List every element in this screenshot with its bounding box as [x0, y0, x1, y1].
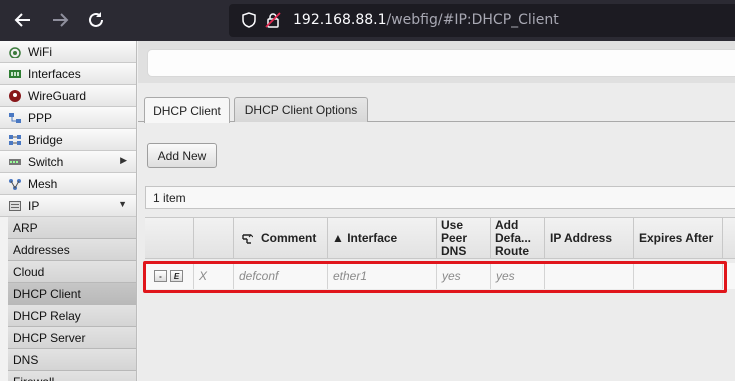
- column-header-actions: [145, 218, 194, 259]
- sidebar-item-label: Mesh: [28, 176, 58, 191]
- wifi-icon: [8, 46, 22, 58]
- insecure-lock-icon[interactable]: [265, 12, 281, 28]
- sidebar-menu: WiFi Interfaces WireGuard PPP Bridge Swi…: [0, 41, 137, 381]
- column-header-ip-address[interactable]: IP Address: [545, 218, 634, 259]
- tab-bar: DHCP Client DHCP Client Options: [138, 97, 735, 123]
- sidebar-subitem-cloud[interactable]: Cloud: [8, 261, 136, 283]
- mesh-icon: [8, 178, 22, 190]
- sidebar-item-label: PPP: [28, 110, 53, 125]
- column-header-comment-label: Comment: [261, 231, 317, 245]
- sidebar-item-label: WireGuard: [28, 88, 87, 103]
- ip-submenu: ARP Addresses Cloud DHCP Client DHCP Rel…: [8, 217, 136, 381]
- sidebar-subitem-arp[interactable]: ARP: [8, 217, 136, 239]
- column-header-flags: [194, 218, 234, 259]
- sidebar-subitem-dhcp-client[interactable]: DHCP Client: [8, 283, 136, 305]
- sidebar-item-ppp[interactable]: PPP: [0, 107, 136, 129]
- address-bar[interactable]: 192.168.88.1/webfig/#IP:DHCP_Client: [229, 4, 735, 37]
- sidebar-item-mesh[interactable]: Mesh: [0, 173, 136, 195]
- row-highlight-box: [143, 261, 727, 293]
- url-path: /webfig/#IP:DHCP_Client: [386, 12, 559, 28]
- comment-sort-icon: [241, 233, 253, 245]
- sidebar-subitem-addresses[interactable]: Addresses: [8, 239, 136, 261]
- header-strip: [138, 41, 735, 83]
- back-arrow-icon[interactable]: [11, 8, 35, 32]
- column-header-interface[interactable]: ▲ Interface: [328, 218, 437, 259]
- main-content: DHCP Client DHCP Client Options Add New …: [138, 41, 735, 381]
- sidebar-item-switch[interactable]: Switch ▶: [0, 151, 136, 173]
- sidebar-item-label: Bridge: [28, 132, 63, 147]
- switch-icon: [8, 156, 22, 168]
- column-header-use-peer-dns[interactable]: Use Peer DNS: [437, 218, 491, 259]
- sidebar-item-ip[interactable]: IP ▼: [0, 195, 136, 217]
- collapse-arrow-icon: ▼: [118, 199, 127, 209]
- sidebar-subitem-dns[interactable]: DNS: [8, 349, 136, 371]
- sidebar-item-label: Interfaces: [28, 66, 81, 81]
- forward-arrow-icon[interactable]: [48, 8, 72, 32]
- column-header-comment[interactable]: Comment: [234, 218, 328, 259]
- expand-arrow-icon: ▶: [120, 155, 127, 165]
- shield-icon[interactable]: [241, 12, 257, 28]
- ip-icon: [8, 200, 22, 212]
- url-text: 192.168.88.1/webfig/#IP:DHCP_Client: [293, 12, 559, 28]
- sidebar-item-label: Switch: [28, 154, 64, 169]
- interfaces-icon: [8, 68, 22, 80]
- sidebar-subitem-dhcp-relay[interactable]: DHCP Relay: [8, 305, 136, 327]
- reload-icon[interactable]: [84, 8, 108, 32]
- tab-dhcp-client[interactable]: DHCP Client: [144, 97, 230, 123]
- top-toolbar-field: [147, 49, 735, 77]
- tab-dhcp-client-options[interactable]: DHCP Client Options: [234, 97, 368, 122]
- sidebar-subitem-dhcp-server[interactable]: DHCP Server: [8, 327, 136, 349]
- sidebar-item-wireguard[interactable]: WireGuard: [0, 85, 136, 107]
- bridge-icon: [8, 134, 22, 146]
- sidebar-item-wifi[interactable]: WiFi: [0, 41, 136, 63]
- browser-toolbar: 192.168.88.1/webfig/#IP:DHCP_Client: [0, 0, 735, 41]
- url-host: 192.168.88.1: [293, 12, 387, 28]
- ppp-icon: [8, 112, 22, 124]
- add-new-button[interactable]: Add New: [147, 143, 217, 168]
- sidebar-subitem-firewall[interactable]: Firewall: [8, 371, 136, 381]
- sidebar-item-label: WiFi: [28, 44, 52, 59]
- item-count: 1 item: [145, 186, 735, 209]
- table-header: Comment ▲ Interface Use Peer DNS Add Def…: [145, 217, 735, 259]
- sidebar-item-label: IP: [28, 198, 40, 213]
- sidebar-item-interfaces[interactable]: Interfaces: [0, 63, 136, 85]
- column-header-add-default-route[interactable]: Add Defa... Route: [491, 218, 545, 259]
- sidebar-item-bridge[interactable]: Bridge: [0, 129, 136, 151]
- wireguard-icon: [8, 89, 22, 102]
- column-header-expires-after[interactable]: Expires After: [634, 218, 723, 259]
